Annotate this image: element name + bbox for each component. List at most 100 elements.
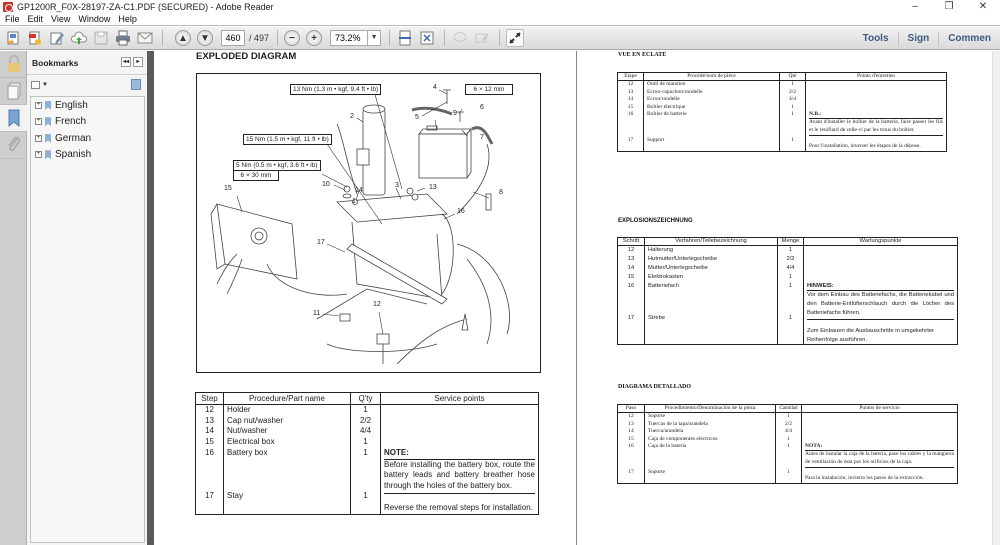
expand-icon[interactable]: + — [35, 151, 42, 159]
bookmarks-button[interactable] — [0, 105, 27, 132]
bookmark-icon — [45, 100, 51, 110]
comment-link[interactable]: Commen — [938, 31, 1000, 46]
torque-label: 15 Nm (1.5 m • kgf, 11 ft • lb) — [243, 134, 332, 145]
expand-icon[interactable]: + — [35, 101, 42, 109]
collapse-panel-button[interactable]: ◂◂ — [121, 57, 131, 67]
size-label: 6 × 30 mm — [233, 170, 279, 181]
page-thumbnails-button[interactable] — [0, 78, 27, 105]
column-header: Points d'entretien — [805, 72, 947, 82]
vertical-scrollbar[interactable] — [992, 51, 1000, 545]
column-header: Q'ty — [350, 392, 381, 405]
quantity-cell: 2/2 — [784, 420, 793, 427]
callout-number: 9 — [453, 110, 457, 117]
column-header: Cantidad — [775, 404, 802, 414]
bookmarks-toolbar: ▼ — [27, 75, 147, 95]
part-name-cell: Cap nut/washer — [227, 415, 284, 425]
step-cell: 17 — [628, 469, 634, 476]
tools-link[interactable]: Tools — [854, 32, 898, 46]
zoom-level-input[interactable] — [330, 30, 369, 46]
bookmark-label[interactable]: Spanish — [55, 149, 91, 160]
print-icon — [116, 30, 130, 46]
toolbar-separator — [499, 30, 501, 46]
fit-page-button[interactable] — [418, 29, 436, 47]
close-button[interactable]: ✕ — [966, 0, 1000, 13]
table-row: 12 13 14 15 16 17 Holder Cap nut/washer … — [196, 404, 539, 515]
page-number-input[interactable] — [221, 30, 245, 46]
comment-button[interactable] — [451, 29, 469, 47]
quantity-cell: 1 — [788, 315, 793, 322]
french-procedure-table: Etape Procédé/nom de pièce Qté Points d'… — [617, 72, 947, 152]
email-button[interactable] — [136, 29, 154, 47]
zoom-dropdown-button[interactable]: ▼ — [368, 30, 382, 46]
bookmark-item-french[interactable]: + French — [31, 114, 144, 131]
part-name-cell: Hutmutter/Unterlegscheibe — [648, 256, 717, 263]
column-header: Etape — [617, 72, 644, 82]
menu-window[interactable]: Window — [78, 14, 110, 24]
attachments-button[interactable] — [0, 132, 27, 159]
previous-page-button[interactable]: ▲ — [175, 30, 191, 46]
highlight-button[interactable] — [473, 29, 491, 47]
quantity-cell: 1 — [791, 111, 794, 118]
part-name-cell: Halterung — [648, 247, 674, 254]
step-cell: 12 — [205, 405, 214, 414]
save-button[interactable] — [92, 29, 110, 47]
quantity-cell: 4/4 — [784, 428, 793, 435]
zoom-out-button[interactable]: − — [284, 30, 301, 46]
bookmark-label[interactable]: English — [55, 100, 88, 111]
service-footer: Zum Einbauen die Ausbauschritte in umgek… — [807, 327, 934, 343]
quantity-cell: 1 — [791, 103, 794, 110]
toolbar-separator — [162, 30, 163, 46]
delete-bookmark-icon[interactable] — [131, 79, 141, 90]
options-menu-icon[interactable] — [31, 81, 40, 89]
quantity-cell: 4/4 — [359, 426, 372, 436]
note-title: NOTA: — [805, 443, 954, 452]
toolbar-separator — [389, 30, 391, 46]
fit-page-icon — [420, 31, 434, 45]
print-button[interactable] — [114, 29, 132, 47]
security-button[interactable] — [0, 51, 27, 78]
navigation-pane-rail — [0, 51, 27, 545]
panel-splitter[interactable] — [147, 51, 154, 545]
menu-edit[interactable]: Edit — [28, 14, 44, 24]
chevron-down-icon[interactable]: ▼ — [42, 82, 48, 88]
next-page-button[interactable]: ▼ — [197, 30, 213, 46]
bookmark-icon — [8, 109, 19, 127]
column-header: Step — [195, 392, 224, 405]
scrolling-mode-button[interactable] — [396, 29, 414, 47]
quantity-cell: 4/4 — [788, 96, 797, 103]
upload-button[interactable] — [70, 29, 88, 47]
bookmark-item-german[interactable]: + German — [31, 130, 144, 147]
full-screen-button[interactable] — [506, 29, 525, 47]
sign-link[interactable]: Sign — [897, 31, 939, 46]
callout-number: 13 — [429, 184, 437, 191]
minimize-button[interactable]: – — [898, 0, 932, 13]
edit-button[interactable] — [48, 29, 66, 47]
restore-button[interactable]: ❐ — [932, 0, 966, 13]
menu-view[interactable]: View — [51, 14, 70, 24]
quantity-cell: 1 — [787, 435, 790, 442]
callout-number: 7 — [480, 134, 484, 141]
bookmark-label[interactable]: French — [55, 116, 86, 127]
table-header-row: Schritt Verfahren/Teilebezeichnung Menge… — [617, 237, 958, 247]
open-button[interactable] — [26, 29, 44, 47]
bookmark-item-english[interactable]: + English — [31, 97, 144, 114]
bookmark-item-spanish[interactable]: + Spanish — [31, 147, 144, 164]
zoom-in-button[interactable]: + — [306, 30, 323, 46]
step-cell: 12 — [627, 247, 635, 254]
menu-help[interactable]: Help — [118, 14, 137, 24]
part-name-cell: Strebe — [648, 315, 666, 322]
column-header: Service points — [380, 392, 539, 405]
bookmarks-panel: Bookmarks ◂◂ ▸ ▼ + English + French + Ge… — [27, 51, 147, 545]
panel-options-button[interactable]: ▸ — [133, 57, 143, 67]
part-name-cell: Boîtier de batterie — [647, 111, 687, 118]
expand-icon[interactable]: + — [35, 118, 42, 126]
column-header: Verfahren/Teilebezeichnung — [644, 237, 778, 247]
step-cell: 14 — [627, 265, 635, 271]
expand-icon[interactable]: + — [35, 134, 42, 142]
spanish-procedure-table: Paso Procedimiento/Denominación de la pi… — [617, 404, 958, 484]
menu-file[interactable]: File — [5, 14, 20, 24]
step-cell: 12 — [628, 413, 634, 420]
bookmark-label[interactable]: German — [55, 133, 91, 144]
create-pdf-button[interactable] — [4, 29, 22, 47]
quantity-cell: 2/2 — [359, 415, 372, 425]
